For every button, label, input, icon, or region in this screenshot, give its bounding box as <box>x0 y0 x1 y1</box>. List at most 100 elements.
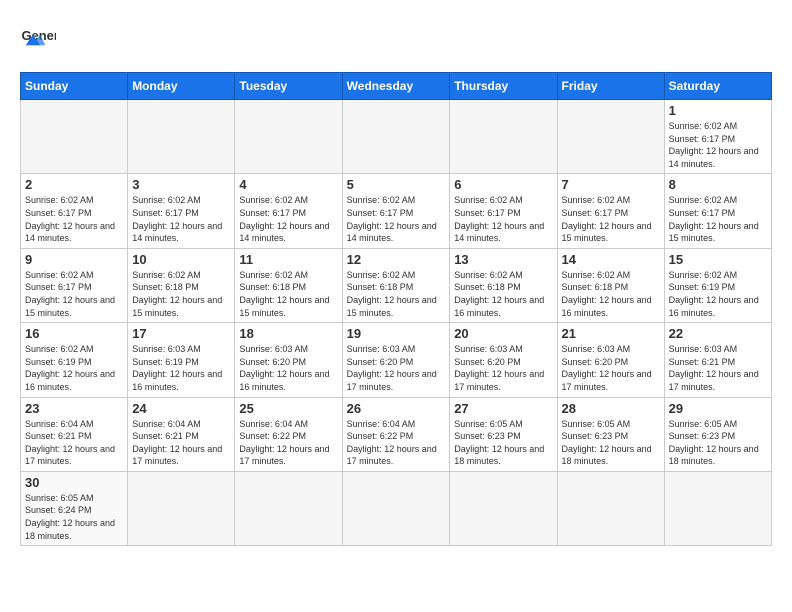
calendar-day-cell: 20Sunrise: 6:03 AM Sunset: 6:20 PM Dayli… <box>450 323 557 397</box>
calendar-day-cell <box>21 100 128 174</box>
calendar-day-cell: 30 Sunrise: 6:05 AM Sunset: 6:24 PM Dayli… <box>21 471 128 545</box>
calendar-day-cell: 15 Sunrise: 6:02 AM Sunset: 6:19 PM Dayli… <box>664 248 771 322</box>
calendar-day-cell <box>450 100 557 174</box>
day-number: 18 <box>239 326 337 341</box>
day-number: 2 <box>25 177 123 192</box>
day-number: 22 <box>669 326 767 341</box>
calendar-day-cell: 22Sunrise: 6:03 AM Sunset: 6:21 PM Dayli… <box>664 323 771 397</box>
day-number: 10 <box>132 252 230 267</box>
calendar-day-cell: 11 Sunrise: 6:02 AM Sunset: 6:18 PM Dayli… <box>235 248 342 322</box>
day-info: Sunrise: 6:04 AM Sunset: 6:22 PM Dayligh… <box>239 418 337 468</box>
day-info: Sunrise: 6:02 AM Sunset: 6:19 PM Dayligh… <box>669 269 767 319</box>
calendar-day-cell <box>235 471 342 545</box>
calendar-day-cell: 29Sunrise: 6:05 AM Sunset: 6:23 PM Dayli… <box>664 397 771 471</box>
day-number: 9 <box>25 252 123 267</box>
day-info: Sunrise: 6:04 AM Sunset: 6:21 PM Dayligh… <box>132 418 230 468</box>
calendar-day-cell: 19Sunrise: 6:03 AM Sunset: 6:20 PM Dayli… <box>342 323 450 397</box>
calendar-day-cell: 17 Sunrise: 6:03 AM Sunset: 6:19 PM Dayli… <box>128 323 235 397</box>
day-number: 30 <box>25 475 123 490</box>
day-info: Sunrise: 6:02 AM Sunset: 6:18 PM Dayligh… <box>347 269 446 319</box>
day-info: Sunrise: 6:02 AM Sunset: 6:18 PM Dayligh… <box>132 269 230 319</box>
day-number: 14 <box>562 252 660 267</box>
calendar-day-cell: 21Sunrise: 6:03 AM Sunset: 6:20 PM Dayli… <box>557 323 664 397</box>
day-info: Sunrise: 6:05 AM Sunset: 6:23 PM Dayligh… <box>669 418 767 468</box>
calendar-week-row: 9 Sunrise: 6:02 AM Sunset: 6:17 PM Daylig… <box>21 248 772 322</box>
calendar-day-cell: 10 Sunrise: 6:02 AM Sunset: 6:18 PM Dayli… <box>128 248 235 322</box>
day-info: Sunrise: 6:04 AM Sunset: 6:22 PM Dayligh… <box>347 418 446 468</box>
day-number: 13 <box>454 252 552 267</box>
calendar-day-cell: 2 Sunrise: 6:02 AM Sunset: 6:17 PM Daylig… <box>21 174 128 248</box>
day-number: 15 <box>669 252 767 267</box>
day-info: Sunrise: 6:03 AM Sunset: 6:19 PM Dayligh… <box>132 343 230 393</box>
logo: General <box>20 20 62 56</box>
day-number: 24 <box>132 401 230 416</box>
calendar-week-row: 1 Sunrise: 6:02 AM Sunset: 6:17 PM Daylig… <box>21 100 772 174</box>
calendar-day-cell <box>128 100 235 174</box>
calendar-table: SundayMondayTuesdayWednesdayThursdayFrid… <box>20 72 772 546</box>
calendar-day-cell: 18 Sunrise: 6:03 AM Sunset: 6:20 PM Dayli… <box>235 323 342 397</box>
calendar-day-cell: 26Sunrise: 6:04 AM Sunset: 6:22 PM Dayli… <box>342 397 450 471</box>
calendar-week-row: 16 Sunrise: 6:02 AM Sunset: 6:19 PM Dayli… <box>21 323 772 397</box>
day-number: 11 <box>239 252 337 267</box>
day-info: Sunrise: 6:02 AM Sunset: 6:17 PM Dayligh… <box>669 120 767 170</box>
day-info: Sunrise: 6:02 AM Sunset: 6:17 PM Dayligh… <box>132 194 230 244</box>
weekday-header-sunday: Sunday <box>21 73 128 100</box>
weekday-header-monday: Monday <box>128 73 235 100</box>
day-number: 17 <box>132 326 230 341</box>
day-info: Sunrise: 6:02 AM Sunset: 6:18 PM Dayligh… <box>239 269 337 319</box>
calendar-day-cell: 6 Sunrise: 6:02 AM Sunset: 6:17 PM Daylig… <box>450 174 557 248</box>
calendar-day-cell: 5Sunrise: 6:02 AM Sunset: 6:17 PM Daylig… <box>342 174 450 248</box>
calendar-week-row: 23 Sunrise: 6:04 AM Sunset: 6:21 PM Dayli… <box>21 397 772 471</box>
day-number: 7 <box>562 177 660 192</box>
calendar-day-cell <box>557 100 664 174</box>
day-info: Sunrise: 6:02 AM Sunset: 6:17 PM Dayligh… <box>25 269 123 319</box>
calendar-day-cell: 24 Sunrise: 6:04 AM Sunset: 6:21 PM Dayli… <box>128 397 235 471</box>
day-number: 5 <box>347 177 446 192</box>
calendar-day-cell: 13Sunrise: 6:02 AM Sunset: 6:18 PM Dayli… <box>450 248 557 322</box>
calendar-day-cell <box>557 471 664 545</box>
day-info: Sunrise: 6:03 AM Sunset: 6:20 PM Dayligh… <box>347 343 446 393</box>
day-info: Sunrise: 6:02 AM Sunset: 6:17 PM Dayligh… <box>25 194 123 244</box>
calendar-day-cell <box>128 471 235 545</box>
calendar-day-cell <box>342 471 450 545</box>
day-number: 1 <box>669 103 767 118</box>
weekday-header-thursday: Thursday <box>450 73 557 100</box>
day-number: 3 <box>132 177 230 192</box>
day-info: Sunrise: 6:02 AM Sunset: 6:17 PM Dayligh… <box>239 194 337 244</box>
day-number: 6 <box>454 177 552 192</box>
calendar-day-cell <box>664 471 771 545</box>
calendar-day-cell: 3 Sunrise: 6:02 AM Sunset: 6:17 PM Daylig… <box>128 174 235 248</box>
page-header: General <box>20 20 772 56</box>
day-info: Sunrise: 6:02 AM Sunset: 6:19 PM Dayligh… <box>25 343 123 393</box>
logo-icon: General <box>20 20 56 56</box>
day-number: 28 <box>562 401 660 416</box>
day-info: Sunrise: 6:03 AM Sunset: 6:20 PM Dayligh… <box>239 343 337 393</box>
day-number: 16 <box>25 326 123 341</box>
day-info: Sunrise: 6:05 AM Sunset: 6:23 PM Dayligh… <box>562 418 660 468</box>
day-number: 4 <box>239 177 337 192</box>
weekday-header-tuesday: Tuesday <box>235 73 342 100</box>
day-info: Sunrise: 6:02 AM Sunset: 6:17 PM Dayligh… <box>454 194 552 244</box>
day-info: Sunrise: 6:02 AM Sunset: 6:17 PM Dayligh… <box>562 194 660 244</box>
day-info: Sunrise: 6:05 AM Sunset: 6:24 PM Dayligh… <box>25 492 123 542</box>
day-number: 12 <box>347 252 446 267</box>
day-number: 25 <box>239 401 337 416</box>
calendar-day-cell: 16 Sunrise: 6:02 AM Sunset: 6:19 PM Dayli… <box>21 323 128 397</box>
calendar-day-cell: 1 Sunrise: 6:02 AM Sunset: 6:17 PM Daylig… <box>664 100 771 174</box>
calendar-day-cell: 8Sunrise: 6:02 AM Sunset: 6:17 PM Daylig… <box>664 174 771 248</box>
day-number: 23 <box>25 401 123 416</box>
calendar-day-cell <box>235 100 342 174</box>
calendar-day-cell: 23 Sunrise: 6:04 AM Sunset: 6:21 PM Dayli… <box>21 397 128 471</box>
day-info: Sunrise: 6:05 AM Sunset: 6:23 PM Dayligh… <box>454 418 552 468</box>
calendar-week-row: 30 Sunrise: 6:05 AM Sunset: 6:24 PM Dayli… <box>21 471 772 545</box>
calendar-day-cell: 9 Sunrise: 6:02 AM Sunset: 6:17 PM Daylig… <box>21 248 128 322</box>
calendar-day-cell: 25 Sunrise: 6:04 AM Sunset: 6:22 PM Dayli… <box>235 397 342 471</box>
calendar-day-cell: 28 Sunrise: 6:05 AM Sunset: 6:23 PM Dayli… <box>557 397 664 471</box>
weekday-header-wednesday: Wednesday <box>342 73 450 100</box>
calendar-day-cell: 14Sunrise: 6:02 AM Sunset: 6:18 PM Dayli… <box>557 248 664 322</box>
weekday-header-row: SundayMondayTuesdayWednesdayThursdayFrid… <box>21 73 772 100</box>
calendar-day-cell: 7 Sunrise: 6:02 AM Sunset: 6:17 PM Daylig… <box>557 174 664 248</box>
day-info: Sunrise: 6:04 AM Sunset: 6:21 PM Dayligh… <box>25 418 123 468</box>
day-number: 8 <box>669 177 767 192</box>
calendar-day-cell: 4 Sunrise: 6:02 AM Sunset: 6:17 PM Daylig… <box>235 174 342 248</box>
